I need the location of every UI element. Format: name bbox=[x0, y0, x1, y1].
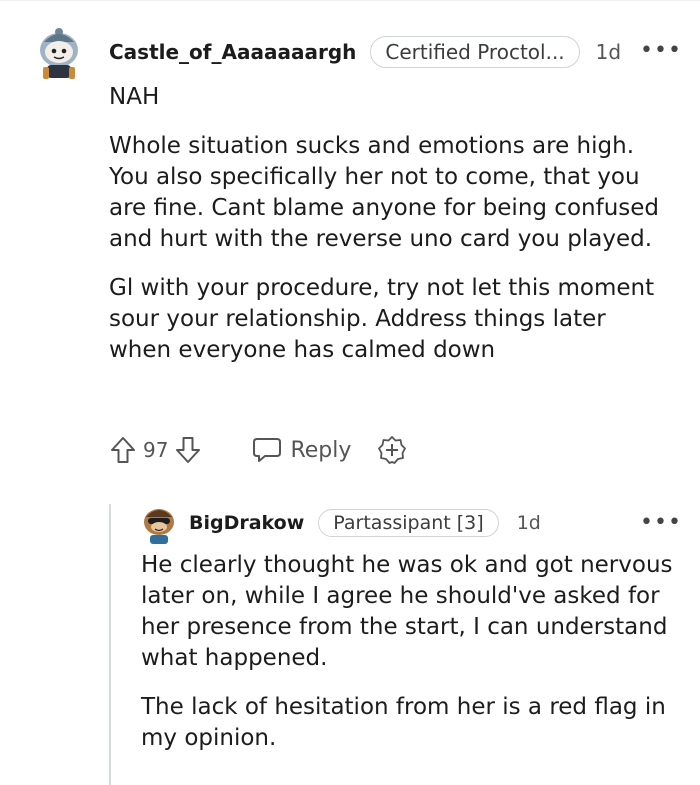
reply-paragraph: The lack of hesitation from her is a red… bbox=[141, 694, 666, 751]
reply-user-avatar[interactable] bbox=[141, 505, 177, 545]
snoo-avatar-icon bbox=[40, 28, 78, 79]
award-button[interactable] bbox=[377, 435, 407, 465]
vote-count: 97 bbox=[143, 438, 169, 462]
reply-label: Reply bbox=[290, 437, 352, 463]
top-divider bbox=[0, 0, 700, 1]
more-dots-icon: ••• bbox=[640, 510, 682, 535]
snoo-avatar-icon bbox=[144, 509, 174, 544]
award-plus-icon bbox=[378, 436, 407, 464]
user-avatar[interactable] bbox=[34, 26, 84, 82]
speech-bubble-icon bbox=[253, 438, 282, 462]
reply-button[interactable]: Reply bbox=[252, 436, 351, 464]
reply-body: He clearly thought he was ok and got ner… bbox=[141, 550, 681, 772]
comment-paragraph: Gl with your procedure, try not let this… bbox=[109, 275, 655, 363]
upvote-arrow-icon bbox=[111, 437, 135, 463]
reply-more-options-button[interactable]: ••• bbox=[640, 510, 682, 535]
user-flair: Certified Proctol... bbox=[370, 36, 580, 68]
reply-user-flair: Partassipant [3] bbox=[318, 509, 499, 537]
comment-body: NAH Whole situation sucks and emotions a… bbox=[109, 82, 674, 384]
reply-age: 1d bbox=[516, 512, 541, 534]
more-dots-icon: ••• bbox=[640, 38, 682, 63]
comment-header: Castle_of_Aaaaaaargh Certified Proctol..… bbox=[109, 34, 621, 70]
comment-username[interactable]: Castle_of_Aaaaaaargh bbox=[109, 40, 356, 64]
more-options-button[interactable]: ••• bbox=[640, 38, 682, 63]
reply-paragraph: He clearly thought he was ok and got ner… bbox=[141, 552, 673, 671]
reply-header: BigDrakow Partassipant [3] 1d bbox=[189, 506, 541, 540]
downvote-button[interactable] bbox=[174, 435, 202, 465]
comment-paragraph: NAH bbox=[109, 84, 160, 110]
comment-actions: 97 Reply bbox=[109, 432, 407, 468]
comment-paragraph: Whole situation sucks and emotions are h… bbox=[109, 133, 660, 252]
reply-username[interactable]: BigDrakow bbox=[189, 512, 304, 534]
comment-age: 1d bbox=[595, 40, 622, 64]
downvote-arrow-icon bbox=[176, 437, 201, 463]
thread-line[interactable] bbox=[109, 504, 111, 785]
upvote-button[interactable] bbox=[109, 435, 137, 465]
